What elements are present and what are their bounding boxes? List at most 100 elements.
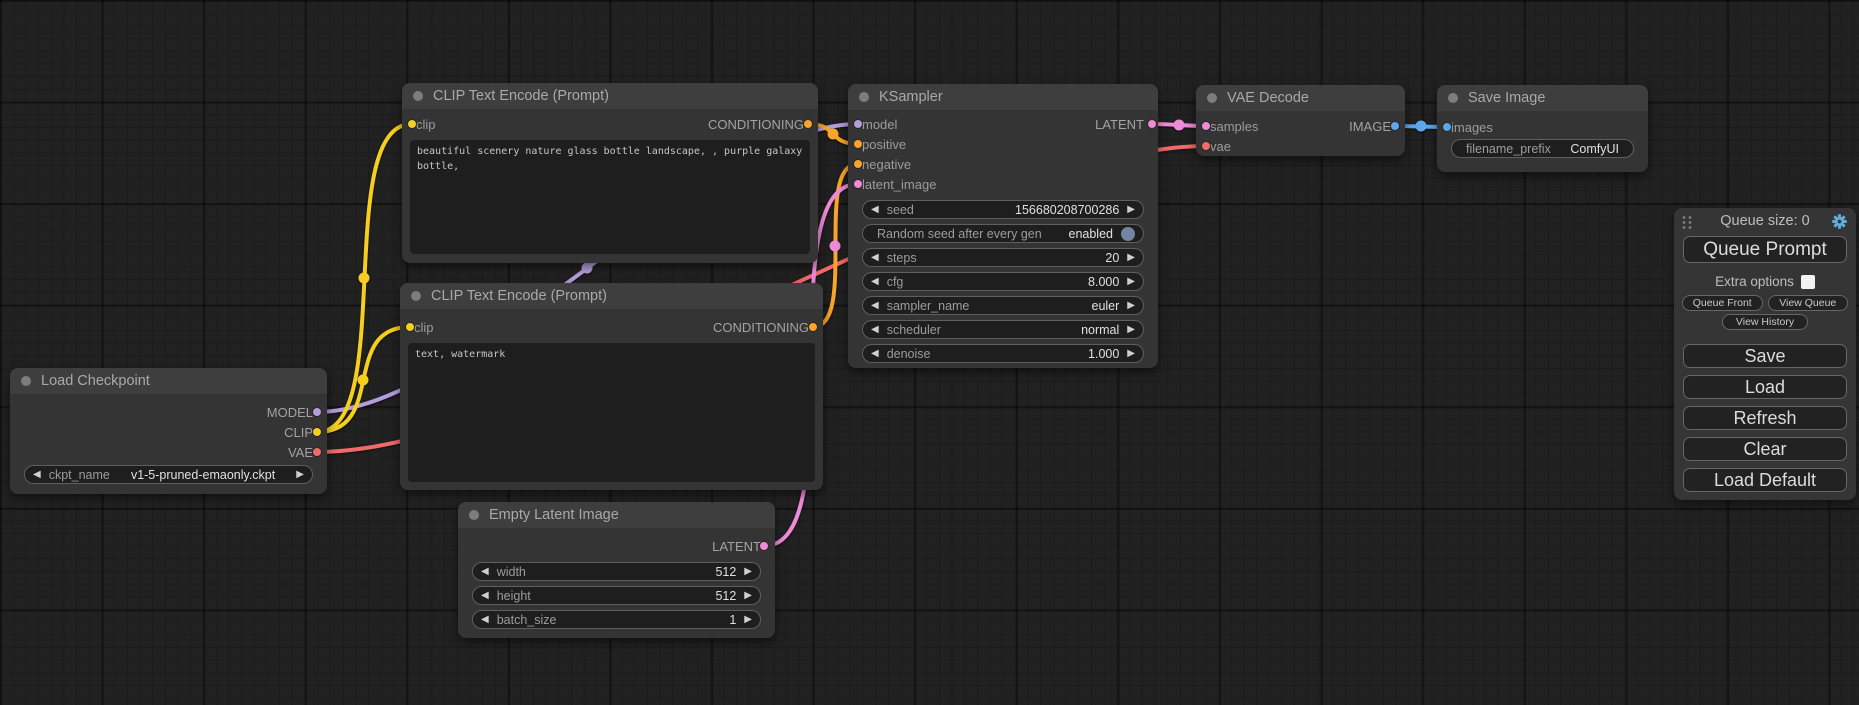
drag-handle-icon[interactable] — [1682, 215, 1693, 230]
collapse-dot-icon[interactable] — [413, 91, 423, 101]
widget-label: steps — [887, 251, 917, 265]
collapse-dot-icon[interactable] — [859, 92, 869, 102]
denoise-widget[interactable]: ◀ denoise 1.000 ▶ — [862, 344, 1144, 363]
widget-value[interactable]: 1 — [564, 613, 736, 627]
collapse-dot-icon[interactable] — [21, 376, 31, 386]
arrow-left-icon[interactable]: ◀ — [871, 253, 879, 263]
seed-widget[interactable]: ◀ seed 156680208700286 ▶ — [862, 200, 1144, 219]
arrow-left-icon[interactable]: ◀ — [481, 615, 489, 625]
widget-value[interactable]: ComfyUI — [1559, 142, 1625, 156]
node-vae-decode[interactable]: VAE Decode samples IMAGE vae — [1196, 85, 1405, 156]
node-save-image[interactable]: Save Image images filename_prefix ComfyU… — [1437, 85, 1648, 172]
queue-panel: Queue size: 0 Queue Prompt Extra options… — [1674, 208, 1856, 500]
node-load-checkpoint[interactable]: Load Checkpoint MODEL CLIP VAE ◀ ckpt_na… — [10, 368, 327, 494]
widget-value[interactable]: 8.000 — [911, 275, 1119, 289]
arrow-left-icon[interactable]: ◀ — [871, 301, 879, 311]
arrow-left-icon[interactable]: ◀ — [33, 470, 41, 480]
batch-size-widget[interactable]: ◀ batch_size 1 ▶ — [472, 610, 761, 629]
link-dot-model — [582, 263, 593, 274]
ckpt-name-widget[interactable]: ◀ ckpt_name v1-5-pruned-emaonly.ckpt ▶ — [24, 465, 313, 484]
node-titlebar[interactable]: CLIP Text Encode (Prompt) — [402, 83, 818, 109]
widget-value[interactable]: v1-5-pruned-emaonly.ckpt — [118, 468, 288, 482]
save-button[interactable]: Save — [1683, 344, 1847, 368]
widget-value[interactable]: 1.000 — [939, 347, 1120, 361]
prompt-textarea[interactable]: text, watermark — [408, 343, 815, 482]
height-widget[interactable]: ◀ height 512 ▶ — [472, 586, 761, 605]
node-titlebar[interactable]: Save Image — [1437, 85, 1648, 111]
arrow-right-icon[interactable]: ▶ — [296, 470, 304, 480]
arrow-left-icon[interactable]: ◀ — [481, 591, 489, 601]
widget-label: denoise — [887, 347, 931, 361]
arrow-left-icon[interactable]: ◀ — [871, 205, 879, 215]
arrow-right-icon[interactable]: ▶ — [1127, 301, 1135, 311]
random-seed-widget[interactable]: Random seed after every gen enabled — [862, 224, 1144, 243]
widget-label: filename_prefix — [1466, 142, 1551, 156]
widget-label: batch_size — [497, 613, 557, 627]
arrow-left-icon[interactable]: ◀ — [871, 325, 879, 335]
queue-size-label: Queue size: 0 — [1720, 213, 1809, 229]
widget-label: width — [497, 565, 526, 579]
steps-widget[interactable]: ◀ steps 20 ▶ — [862, 248, 1144, 267]
arrow-left-icon[interactable]: ◀ — [481, 567, 489, 577]
node-clip-text-encode-positive[interactable]: CLIP Text Encode (Prompt) clip CONDITION… — [402, 83, 818, 263]
widget-value[interactable]: 20 — [925, 251, 1120, 265]
arrow-right-icon[interactable]: ▶ — [744, 567, 752, 577]
queue-front-button[interactable]: Queue Front — [1682, 295, 1763, 311]
widget-label: ckpt_name — [49, 468, 110, 482]
collapse-dot-icon[interactable] — [411, 291, 421, 301]
scheduler-widget[interactable]: ◀ scheduler normal ▶ — [862, 320, 1144, 339]
extra-options-label: Extra options — [1715, 274, 1794, 289]
view-history-button[interactable]: View History — [1722, 314, 1808, 330]
widget-label: sampler_name — [887, 299, 970, 313]
widget-value[interactable]: 512 — [534, 565, 736, 579]
node-ksampler[interactable]: KSampler model LATENT positive negative … — [848, 84, 1158, 368]
node-title: Save Image — [1468, 90, 1545, 106]
collapse-dot-icon[interactable] — [469, 510, 479, 520]
queue-prompt-button[interactable]: Queue Prompt — [1683, 236, 1847, 263]
collapse-dot-icon[interactable] — [1207, 93, 1217, 103]
widget-value[interactable]: normal — [949, 323, 1119, 337]
widget-value[interactable]: 156680208700286 — [922, 203, 1119, 217]
output-label-conditioning: CONDITIONING — [708, 117, 804, 132]
arrow-right-icon[interactable]: ▶ — [744, 591, 752, 601]
arrow-left-icon[interactable]: ◀ — [871, 349, 879, 359]
arrow-right-icon[interactable]: ▶ — [1127, 253, 1135, 263]
widget-value[interactable]: euler — [977, 299, 1119, 313]
arrow-right-icon[interactable]: ▶ — [744, 615, 752, 625]
arrow-right-icon[interactable]: ▶ — [1127, 349, 1135, 359]
input-label-samples: samples — [1210, 119, 1258, 134]
load-button[interactable]: Load — [1683, 375, 1847, 399]
width-widget[interactable]: ◀ width 512 ▶ — [472, 562, 761, 581]
widget-value[interactable]: 512 — [539, 589, 737, 603]
node-titlebar[interactable]: Load Checkpoint — [10, 368, 327, 394]
widget-label: scheduler — [887, 323, 941, 337]
link-clip-negative — [317, 327, 410, 432]
arrow-right-icon[interactable]: ▶ — [1127, 325, 1135, 335]
node-titlebar[interactable]: Empty Latent Image — [458, 502, 775, 528]
view-queue-button[interactable]: View Queue — [1768, 295, 1849, 311]
widget-label: Random seed after every gen — [877, 227, 1042, 241]
output-label-model: MODEL — [267, 405, 313, 420]
clear-button[interactable]: Clear — [1683, 437, 1847, 461]
node-title: KSampler — [879, 89, 943, 105]
node-empty-latent-image[interactable]: Empty Latent Image LATENT ◀ width 512 ▶ … — [458, 502, 775, 638]
filename-prefix-widget[interactable]: filename_prefix ComfyUI — [1451, 139, 1634, 158]
arrow-left-icon[interactable]: ◀ — [871, 277, 879, 287]
node-titlebar[interactable]: CLIP Text Encode (Prompt) — [400, 283, 823, 309]
load-default-button[interactable]: Load Default — [1683, 468, 1847, 492]
output-label-vae: VAE — [288, 445, 313, 460]
node-titlebar[interactable]: KSampler — [848, 84, 1158, 110]
extra-options-checkbox[interactable] — [1801, 275, 1815, 289]
settings-gear-icon[interactable] — [1831, 213, 1848, 230]
output-label-conditioning: CONDITIONING — [713, 320, 809, 335]
node-clip-text-encode-negative[interactable]: CLIP Text Encode (Prompt) clip CONDITION… — [400, 283, 823, 490]
sampler-name-widget[interactable]: ◀ sampler_name euler ▶ — [862, 296, 1144, 315]
prompt-textarea[interactable]: beautiful scenery nature glass bottle la… — [410, 140, 810, 254]
node-titlebar[interactable]: VAE Decode — [1196, 85, 1405, 111]
refresh-button[interactable]: Refresh — [1683, 406, 1847, 430]
collapse-dot-icon[interactable] — [1448, 93, 1458, 103]
arrow-right-icon[interactable]: ▶ — [1127, 277, 1135, 287]
arrow-right-icon[interactable]: ▶ — [1127, 205, 1135, 215]
toggle-icon[interactable] — [1121, 227, 1135, 241]
cfg-widget[interactable]: ◀ cfg 8.000 ▶ — [862, 272, 1144, 291]
